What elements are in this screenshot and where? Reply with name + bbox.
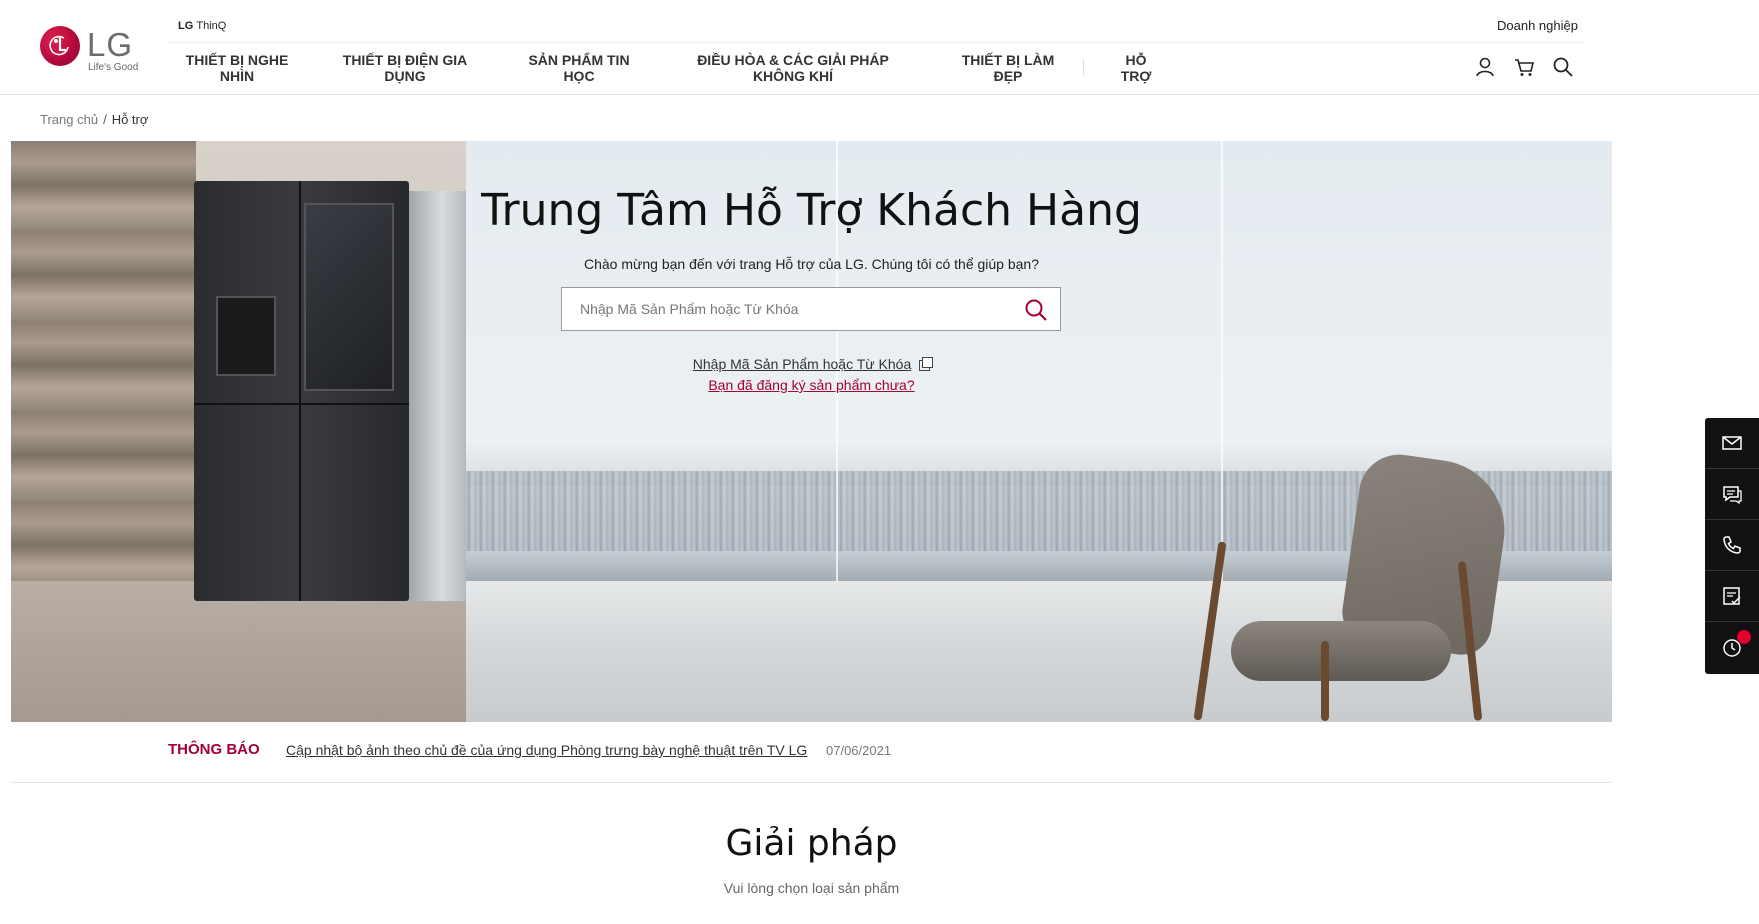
notice-link[interactable]: Cập nhật bộ ảnh theo chủ đề của ứng dụng… xyxy=(286,742,807,758)
find-model-link-row: Nhập Mã Sản Phẩm hoặc Từ Khóa xyxy=(11,356,1612,372)
hero-subtitle: Chào mừng bạn đến với trang Hỗ trợ của L… xyxy=(583,256,1039,272)
breadcrumb: Trang chủ / Hỗ trợ xyxy=(40,112,148,127)
chat-icon xyxy=(1723,486,1742,505)
nav-item-it[interactable]: SẢN PHẨM TIN HỌC xyxy=(520,52,638,84)
popup-icon[interactable] xyxy=(919,356,934,371)
cart-icon[interactable] xyxy=(1513,56,1535,78)
email-icon xyxy=(1722,436,1742,450)
search-icon[interactable] xyxy=(1552,56,1574,78)
search-icon[interactable] xyxy=(1024,298,1048,322)
hero-title: Trung Tâm Hỗ Trợ Khách Hàng xyxy=(481,185,1142,236)
thinq-lg: LG xyxy=(178,20,194,32)
nav-item-air-solutions[interactable]: ĐIỀU HÒA & CÁC GIẢI PHÁP KHÔNG KHÍ xyxy=(693,52,893,84)
notice-divider xyxy=(11,782,1612,783)
fridge-side xyxy=(406,191,466,601)
phone-icon xyxy=(1723,536,1741,554)
nav-item-av[interactable]: THIẾT BỊ NGHE NHÌN xyxy=(178,52,296,84)
notification-dot xyxy=(1737,630,1751,644)
floating-support-bar xyxy=(1705,418,1759,674)
history-button[interactable] xyxy=(1705,622,1759,673)
chair-seat xyxy=(1231,621,1451,681)
nav-separator xyxy=(1083,59,1084,75)
thinq-label: ThinQ xyxy=(196,20,227,32)
logo-tagline: Life's Good xyxy=(88,62,139,73)
header-divider xyxy=(168,42,1584,43)
support-search-input[interactable] xyxy=(562,288,1002,330)
hero-banner: Trung Tâm Hỗ Trợ Khách Hàng Chào mừng bạ… xyxy=(11,141,1612,722)
notice-label: THÔNG BÁO xyxy=(168,741,260,758)
register-product-link[interactable]: Bạn đã đăng ký sản phẩm chưa? xyxy=(708,377,914,393)
email-button[interactable] xyxy=(1705,418,1759,469)
checklist-button[interactable] xyxy=(1705,571,1759,622)
nav-item-beauty[interactable]: THIẾT BỊ LÀM ĐẸP xyxy=(948,52,1068,84)
lg-logo-icon xyxy=(40,26,80,66)
checklist-icon xyxy=(1723,587,1741,605)
breadcrumb-current: Hỗ trợ xyxy=(111,112,149,127)
notice-date: 07/06/2021 xyxy=(826,743,892,758)
fridge-split xyxy=(194,403,409,405)
nav-item-home-appliances[interactable]: THIẾT BỊ ĐIỆN GIA DỤNG xyxy=(340,52,470,84)
register-product-link-row: Bạn đã đăng ký sản phẩm chưa? xyxy=(11,377,1612,393)
solutions-title: Giải pháp xyxy=(725,823,898,864)
breadcrumb-home[interactable]: Trang chủ xyxy=(40,112,98,127)
chat-button[interactable] xyxy=(1705,469,1759,520)
phone-button[interactable] xyxy=(1705,520,1759,571)
user-icon[interactable] xyxy=(1474,56,1496,78)
breadcrumb-separator: / xyxy=(103,112,107,127)
find-model-link[interactable]: Nhập Mã Sản Phẩm hoặc Từ Khóa xyxy=(693,356,911,372)
nav-item-support[interactable]: HỖ TRỢ xyxy=(1111,52,1161,84)
solutions-subtitle: Vui lòng chọn loại sản phẩm xyxy=(723,880,900,896)
hero-wall-floor xyxy=(11,581,466,722)
lg-logo[interactable]: LG Life's Good xyxy=(40,24,150,76)
site-header: LG Life's Good LG ThinQ Doanh nghiệp THI… xyxy=(0,0,1759,95)
chair-leg xyxy=(1321,641,1329,721)
business-link[interactable]: Doanh nghiệp xyxy=(1497,18,1578,33)
support-search-box xyxy=(561,287,1061,331)
logo-text: LG xyxy=(87,26,134,63)
thinq-brand[interactable]: LG ThinQ xyxy=(178,20,226,32)
